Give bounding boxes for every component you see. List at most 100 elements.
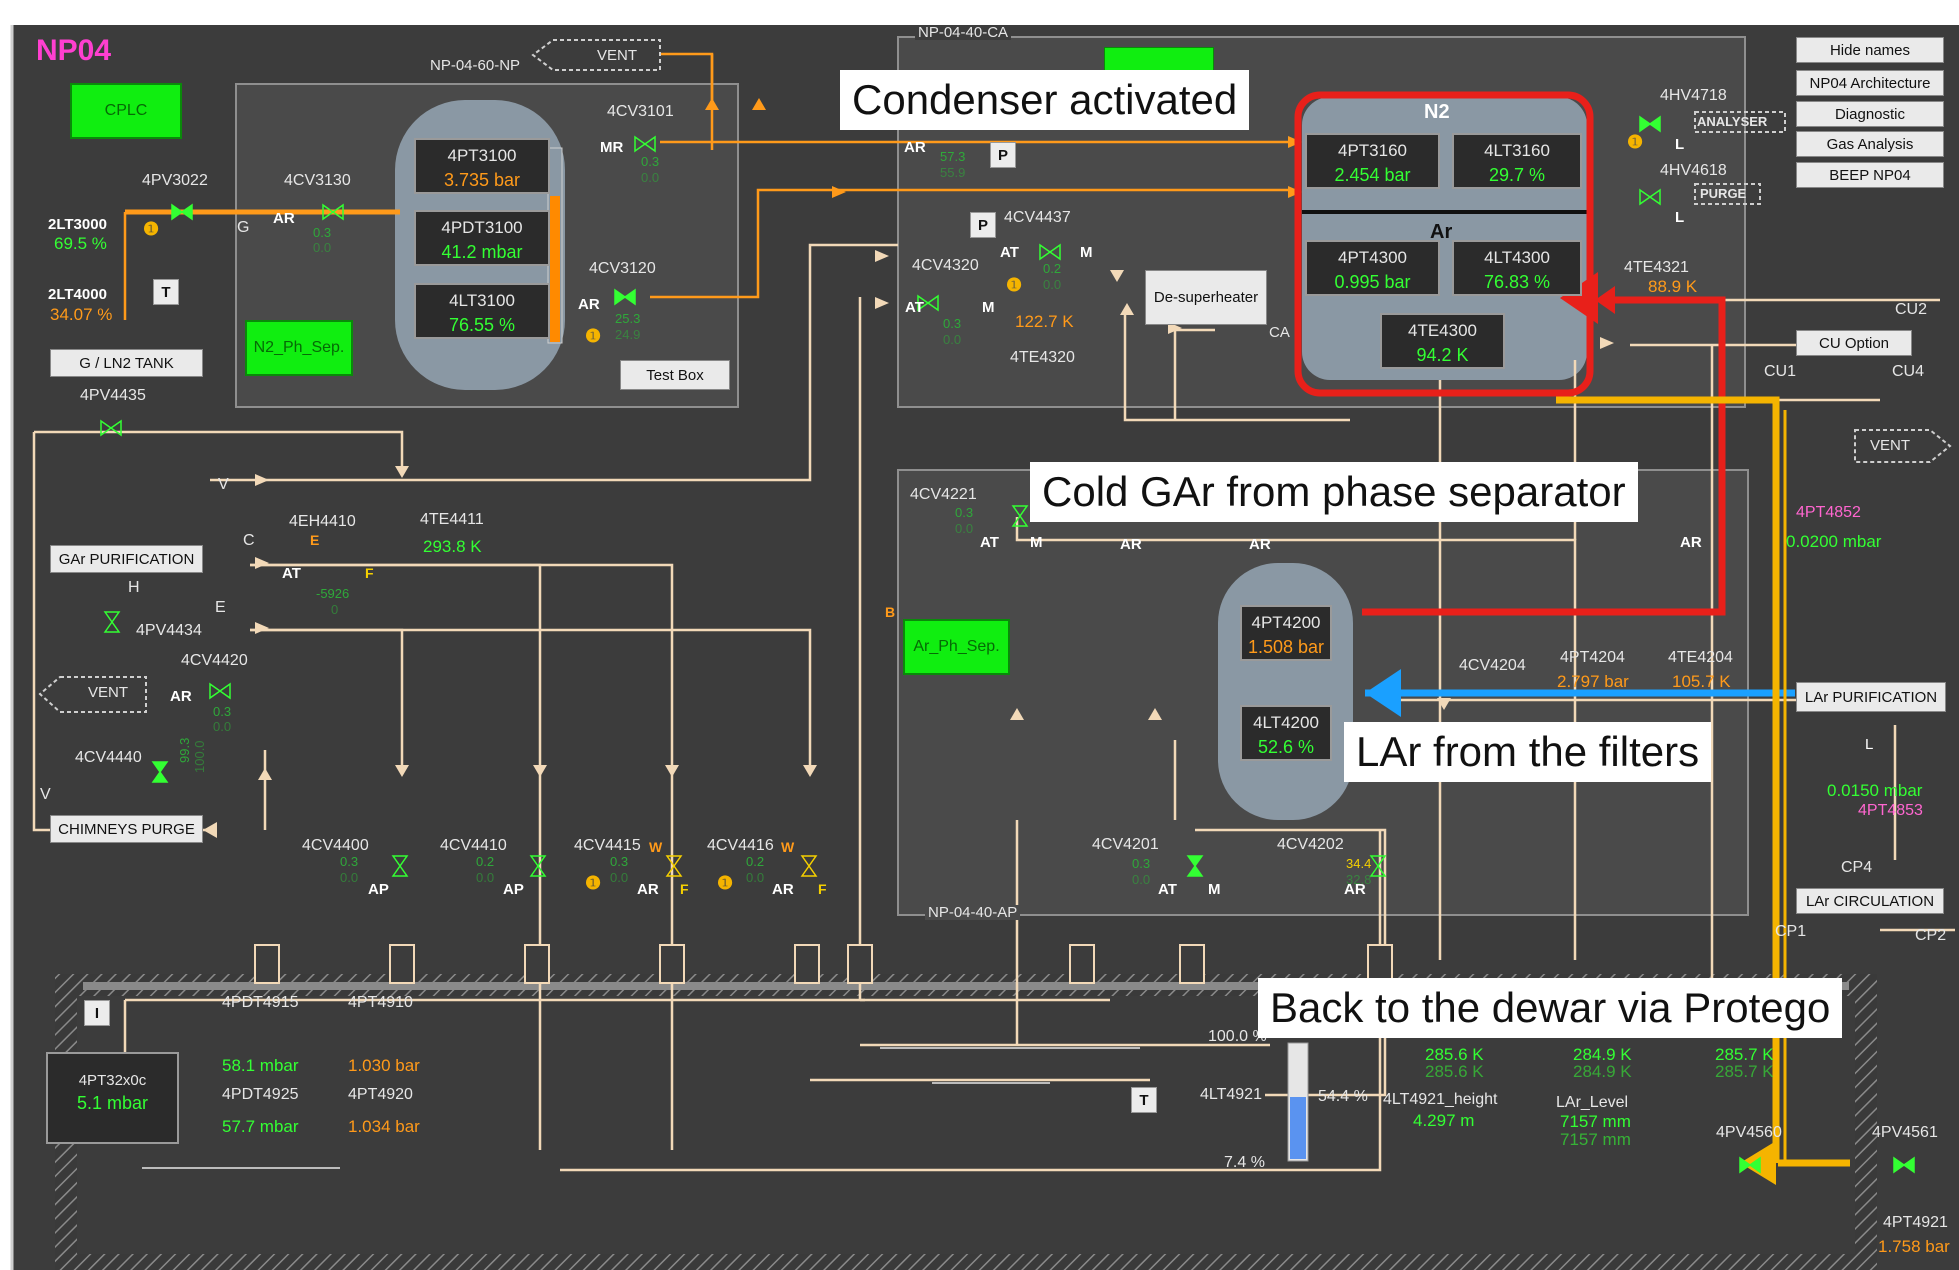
pt4204-label: 4PT4204 xyxy=(1560,649,1625,666)
beep-button[interactable]: BEEP NP04 xyxy=(1796,162,1944,188)
cv3101-mode: MR xyxy=(600,139,624,156)
ar-sep-b-flag: B xyxy=(885,604,896,620)
cu2-label: CU2 xyxy=(1895,301,1928,318)
gas-analysis-button[interactable]: Gas Analysis xyxy=(1796,131,1944,157)
vent-label-right: VENT xyxy=(1870,437,1911,454)
ap-ar-mode-1: AR xyxy=(1120,536,1142,553)
temp-2b: 284.9 K xyxy=(1573,1062,1632,1081)
ar-separator-vessel xyxy=(1218,563,1353,820)
hv4618-l: L xyxy=(1675,209,1685,226)
temp-1b: 285.6 K xyxy=(1425,1062,1484,1081)
eh4410-label: 4EH4410 xyxy=(289,513,356,530)
ap-ar-mode-2: AR xyxy=(1249,536,1271,553)
ln2-tank-button[interactable]: G / LN2 TANK xyxy=(50,349,203,377)
lar-level-v1: 7157 mm xyxy=(1560,1112,1631,1131)
lt4300-box: 4LT4300 76.83 % xyxy=(1452,240,1582,296)
warning-icon: ❶ xyxy=(585,326,602,346)
pv4435-label: 4PV4435 xyxy=(80,387,146,404)
lt4921-height-label: 4LT4921_height xyxy=(1383,1091,1498,1108)
chimneys-purge-button[interactable]: CHIMNEYS PURGE xyxy=(50,815,203,843)
lt4000-label: 2LT4000 xyxy=(48,286,107,303)
cv4320-mode: AT xyxy=(905,299,924,316)
lt4200-box: 4LT4200 52.6 % xyxy=(1240,705,1332,761)
i-button[interactable]: I xyxy=(84,1000,110,1026)
cv4437-v2: 0.0 xyxy=(1043,277,1062,292)
c-label: C xyxy=(243,532,255,549)
test-box-button[interactable]: Test Box xyxy=(620,360,730,390)
lar-level-v2: 7157 mm xyxy=(1560,1130,1631,1149)
pdt4925-value: 57.7 mbar xyxy=(222,1117,299,1136)
te4204-value: 105.7 K xyxy=(1672,672,1731,691)
cv4437-v1: 0.2 xyxy=(1043,261,1062,276)
cv4440-v2: 100.0 xyxy=(192,740,207,773)
cv4416-v2: 0.0 xyxy=(746,870,765,885)
cv4415-v2: 0.0 xyxy=(610,870,629,885)
cv3101-v2: 0.0 xyxy=(641,170,660,185)
cv4400-label: 4CV4400 xyxy=(302,837,369,854)
cv4410-mode: AP xyxy=(503,881,524,898)
ca-v2: 55.9 xyxy=(940,165,966,180)
pt4853-label: 4PT4853 xyxy=(1858,802,1923,819)
diagnostic-button[interactable]: Diagnostic xyxy=(1796,101,1944,127)
cv4415-f-flag: F xyxy=(680,881,689,897)
lar-purification-button[interactable]: LAr PURIFICATION xyxy=(1796,682,1946,712)
cv4420-v1: 0.3 xyxy=(213,704,232,719)
cv3130-v1: 0.3 xyxy=(313,225,332,240)
temp-3b: 285.7 K xyxy=(1715,1062,1774,1081)
cv4420-v2: 0.0 xyxy=(213,719,232,734)
t-button-2[interactable]: T xyxy=(1131,1087,1157,1113)
pt4920-label: 4PT4920 xyxy=(348,1086,413,1103)
pt32-box: 4PT32x0c 5.1 mbar xyxy=(46,1052,179,1144)
pt4910-value: 1.030 bar xyxy=(348,1056,420,1075)
cv4437-mode: AT xyxy=(1000,244,1019,261)
te4411-value: 293.8 K xyxy=(423,537,482,556)
v-label-2: V xyxy=(40,786,51,803)
ar-ph-sep-button[interactable]: Ar_Ph_Sep. xyxy=(903,619,1010,675)
lt4921-label: 4LT4921 xyxy=(1200,1086,1262,1103)
cu4-label: CU4 xyxy=(1892,363,1925,380)
lt4921-bottom: 7.4 % xyxy=(1224,1154,1265,1171)
warning-icon: ❶ xyxy=(585,873,602,893)
cv4201-label: 4CV4201 xyxy=(1092,836,1159,853)
hide-names-button[interactable]: Hide names xyxy=(1796,37,1944,63)
lt3000-value: 69.5 % xyxy=(54,234,107,253)
pdt4925-label: 4PDT4925 xyxy=(222,1086,299,1103)
cv3120-v2: 24.9 xyxy=(615,327,641,342)
p-button-1[interactable]: P xyxy=(990,142,1016,168)
p-button-2[interactable]: P xyxy=(970,212,996,238)
ap-ar-mode-3: AR xyxy=(1680,534,1702,551)
cv4400-mode: AP xyxy=(368,881,389,898)
ca-ar-mode: AR xyxy=(904,139,926,156)
cv4416-f-flag: F xyxy=(818,881,827,897)
n2-ph-sep-button[interactable]: N2_Ph_Sep. xyxy=(245,320,353,376)
te4411-label: 4TE4411 xyxy=(420,511,484,528)
te4204-label: 4TE4204 xyxy=(1668,649,1733,666)
cplc-button[interactable]: CPLC xyxy=(70,83,182,139)
cv4410-v2: 0.0 xyxy=(476,870,495,885)
gar-purification-button[interactable]: GAr PURIFICATION xyxy=(50,545,203,573)
cp2-label: CP2 xyxy=(1915,927,1947,944)
cu-option-button[interactable]: CU Option xyxy=(1796,330,1912,356)
pv4561-label: 4PV4561 xyxy=(1872,1124,1938,1141)
pv4434-label: 4PV4434 xyxy=(136,622,202,639)
de-superheater-button[interactable]: De-superheater xyxy=(1145,270,1267,325)
architecture-button[interactable]: NP04 Architecture xyxy=(1796,70,1944,96)
cv4320-label: 4CV4320 xyxy=(912,257,979,274)
warning-icon: ❶ xyxy=(143,219,160,239)
cv4202-mode: AR xyxy=(1344,881,1366,898)
cv3101-label: 4CV3101 xyxy=(607,103,674,120)
pt4910-label: 4PT4910 xyxy=(348,994,413,1011)
cv4320-m: M xyxy=(982,299,995,316)
lt4000-value: 34.07 % xyxy=(50,305,113,324)
cv3101-v1: 0.3 xyxy=(641,154,660,169)
cv3120-v1: 25.3 xyxy=(615,311,641,326)
ca-status-indicator xyxy=(1104,47,1214,72)
lar-circulation-button[interactable]: LAr CIRCULATION xyxy=(1796,888,1944,914)
cv4415-w-flag: W xyxy=(649,839,663,855)
pt4920-value: 1.034 bar xyxy=(348,1117,420,1136)
t-button-1[interactable]: T xyxy=(153,279,179,305)
callout-lar-filters: LAr from the filters xyxy=(1344,722,1712,783)
ar-label: Ar xyxy=(1430,221,1453,243)
eh4410-v2: 0 xyxy=(331,602,339,617)
cv4437-m: M xyxy=(1080,244,1093,261)
